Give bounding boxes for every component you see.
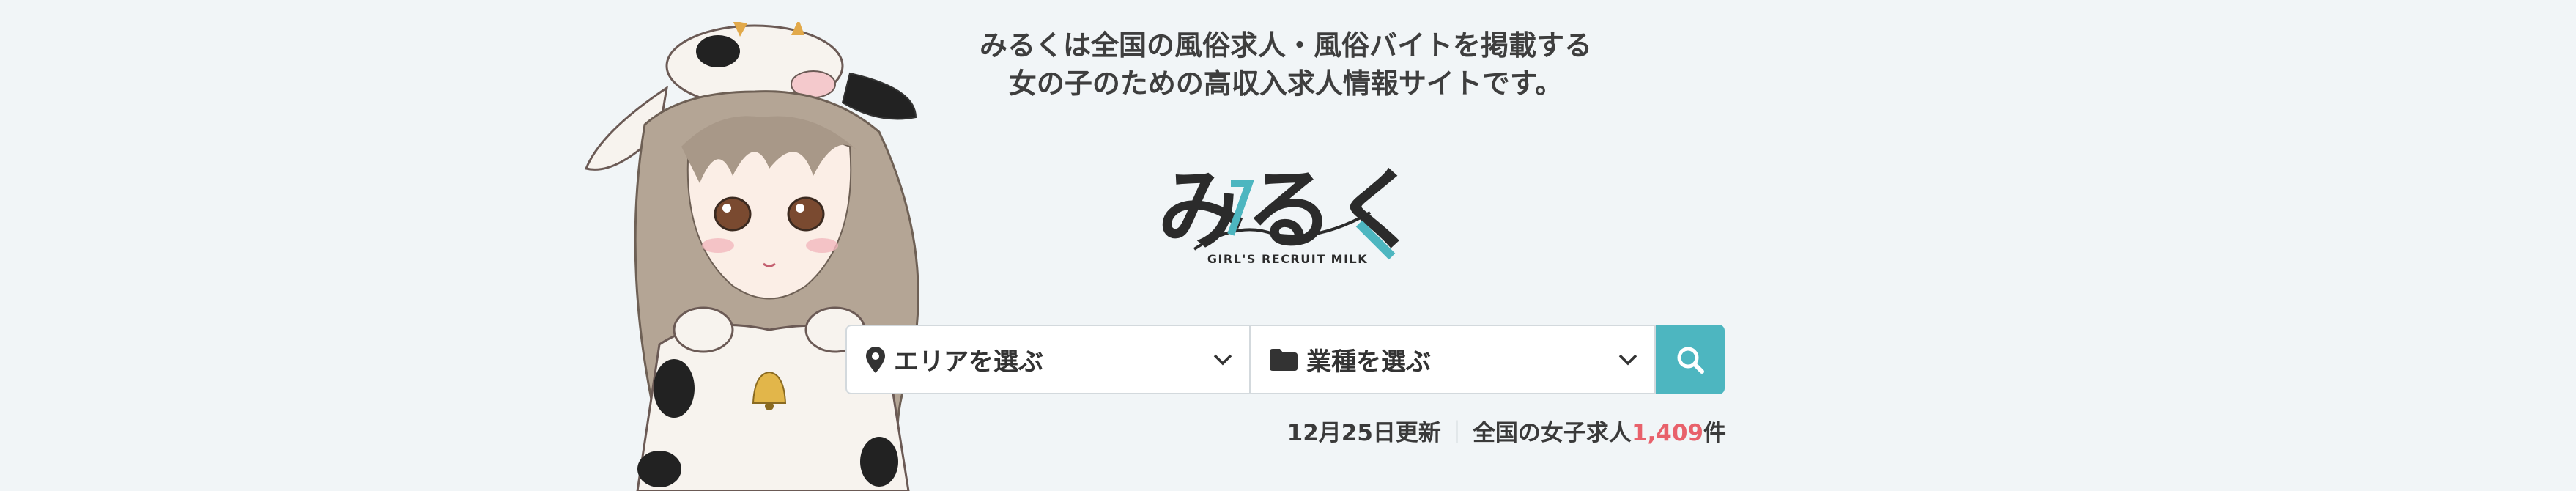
search-icon [1677, 347, 1704, 374]
job-count-status: 12月25日更新｜全国の女子求人1,409件 [1246, 415, 1726, 451]
count-prefix: 全国の女子求人 [1472, 420, 1632, 446]
area-select-label: エリアを選ぶ [894, 347, 1043, 377]
job-count: 1,409 [1631, 420, 1703, 446]
chevron-down-icon [1213, 354, 1232, 365]
job-select-label: 業種を選ぶ [1306, 347, 1431, 377]
separator: ｜ [1445, 420, 1468, 446]
search-bar: エリアを選ぶ 業種を選ぶ [845, 325, 1725, 394]
search-button[interactable] [1656, 325, 1725, 394]
area-select[interactable]: エリアを選ぶ [845, 325, 1251, 394]
count-suffix: 件 [1703, 420, 1726, 446]
chevron-down-icon [1618, 354, 1637, 365]
folder-icon [1270, 348, 1298, 371]
job-select[interactable]: 業種を選ぶ [1251, 325, 1656, 394]
tagline-line-2: 女の子のための高収入求人情報サイトです。 [1008, 67, 1563, 100]
map-pin-icon [866, 346, 885, 373]
update-date: 12月25日更新 [1287, 420, 1441, 446]
logo-subtitle: GIRL'S RECRUIT MILK [1207, 252, 1369, 266]
tagline-line-1: みるくは全国の風俗求人・風俗バイトを掲載する [979, 29, 1592, 62]
site-tagline: みるくは全国の風俗求人・風俗バイトを掲載する 女の子のための高収入求人情報サイト… [843, 26, 1729, 103]
